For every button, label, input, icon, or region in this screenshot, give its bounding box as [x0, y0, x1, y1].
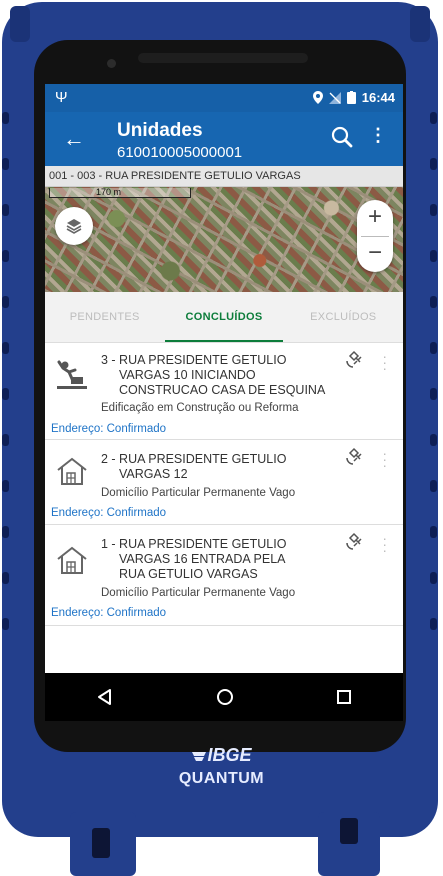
recents-square-icon[interactable]	[336, 689, 352, 705]
zoom-in-button[interactable]: +	[357, 200, 393, 236]
strap-bottom-left	[70, 812, 136, 876]
house-icon	[57, 546, 87, 574]
satellite-icon[interactable]	[345, 349, 365, 369]
item-address-line: 2 - RUA PRESIDENTE GETULIO	[101, 452, 287, 466]
item-more-icon[interactable]: · · ·	[382, 446, 387, 472]
tab-pendentes[interactable]: PENDENTES	[45, 292, 164, 342]
item-address-status: Endereço: Confirmado	[51, 423, 167, 435]
tab-excluidos[interactable]: EXCLUÍDOS	[284, 292, 403, 342]
item-address-line: 3 - RUA PRESIDENTE GETULIO	[101, 353, 287, 367]
case-grip-right	[430, 112, 438, 672]
item-more-icon[interactable]: · · ·	[382, 349, 387, 375]
tab-bar: PENDENTES CONCLUÍDOS EXCLUÍDOS	[45, 292, 403, 343]
earpiece	[138, 53, 308, 63]
location-icon	[312, 91, 323, 104]
battery-icon	[346, 91, 356, 104]
item-address-status: Endereço: Confirmado	[51, 507, 167, 519]
item-address-line: VARGAS 16 ENTRADA PELA	[119, 552, 286, 566]
map-scale: 170 m	[49, 187, 191, 198]
page-subtitle: 610010005000001	[117, 144, 243, 161]
case-strap-right	[410, 6, 430, 42]
page-title: Unidades	[117, 120, 203, 141]
item-type: Domicílio Particular Permanente Vago	[101, 587, 296, 599]
item-address-line: VARGAS 10 INICIANDO	[119, 368, 256, 382]
case-strap-left	[10, 6, 30, 42]
case-grip-left	[2, 112, 10, 672]
construction-icon	[57, 360, 87, 389]
zoom-control: + −	[357, 200, 393, 272]
front-camera	[107, 59, 116, 68]
tab-concluidos[interactable]: CONCLUÍDOS	[164, 292, 283, 342]
app-bar: ← Unidades 610010005000001 ⋮	[45, 112, 403, 166]
satellite-map[interactable]: 170 m + −	[45, 187, 403, 292]
back-arrow-icon[interactable]: ←	[63, 128, 85, 150]
active-tab-indicator	[165, 340, 283, 342]
ibge-mark-icon	[192, 752, 207, 762]
item-address-line: 1 - RUA PRESIDENTE GETULIO	[101, 537, 287, 551]
ibge-logo: IBGE	[0, 745, 443, 766]
more-vert-icon[interactable]: ⋮	[369, 126, 387, 144]
satellite-icon[interactable]	[345, 446, 365, 466]
item-address-line: VARGAS 12	[119, 467, 188, 481]
no-signal-icon	[328, 91, 341, 104]
layers-button[interactable]	[55, 207, 93, 245]
zoom-out-button[interactable]: −	[357, 236, 393, 272]
item-address-line: RUA GETULIO VARGAS	[119, 567, 258, 581]
status-bar: Ψ 16:44	[45, 84, 403, 112]
usb-icon: Ψ	[55, 89, 68, 106]
phone-screen: Ψ 16:44 ← Unidades 610010005000001 ⋮ 001…	[45, 84, 403, 721]
list-item[interactable]: 3 - RUA PRESIDENTE GETULIO VARGAS 10 INI…	[45, 343, 403, 440]
satellite-icon[interactable]	[345, 531, 365, 551]
item-type: Edificação em Construção ou Reforma	[101, 402, 299, 414]
layers-icon	[66, 219, 82, 234]
search-icon[interactable]	[331, 126, 353, 148]
item-address-status: Endereço: Confirmado	[51, 607, 167, 619]
sector-address-bar: 001 - 003 - RUA PRESIDENTE GETULIO VARGA…	[45, 166, 403, 187]
status-time: 16:44	[361, 90, 395, 105]
house-icon	[57, 457, 87, 485]
strap-bottom-right	[318, 812, 380, 876]
quantum-label: QUANTUM	[178, 770, 265, 787]
list-item[interactable]: 2 - RUA PRESIDENTE GETULIO VARGAS 12 Dom…	[45, 440, 403, 525]
list-item[interactable]: 1 - RUA PRESIDENTE GETULIO VARGAS 16 ENT…	[45, 525, 403, 626]
home-circle-icon[interactable]	[216, 688, 234, 706]
item-address-line: CONSTRUCAO CASA DE ESQUINA	[119, 383, 326, 397]
item-more-icon[interactable]: · · ·	[382, 531, 387, 557]
back-triangle-icon[interactable]	[96, 688, 114, 706]
android-nav-bar	[45, 673, 403, 721]
item-type: Domicílio Particular Permanente Vago	[101, 487, 296, 499]
